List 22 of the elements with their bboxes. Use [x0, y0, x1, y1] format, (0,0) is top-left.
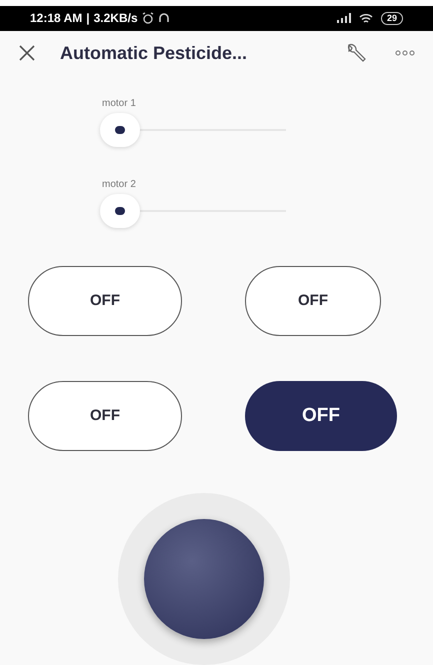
- more-icon[interactable]: [395, 50, 415, 56]
- signal-icon: [336, 13, 351, 24]
- battery-indicator: 29: [380, 12, 403, 25]
- status-time: 12:18 AM: [30, 10, 82, 28]
- toggle-button[interactable]: OFF: [245, 266, 381, 336]
- wrench-icon[interactable]: [345, 42, 367, 64]
- toggle-button[interactable]: OFF: [245, 380, 397, 451]
- alarm-icon: [142, 12, 154, 24]
- toggle-button[interactable]: OFF: [28, 266, 182, 336]
- headphones-icon: [158, 12, 170, 24]
- wifi-icon: [358, 12, 373, 24]
- slider-thumb[interactable]: [100, 112, 140, 147]
- slider-track[interactable]: [100, 194, 286, 228]
- slider-track[interactable]: [100, 112, 286, 147]
- close-icon[interactable]: [18, 44, 36, 62]
- slider-label: motor 2: [102, 178, 137, 192]
- toggle-button[interactable]: OFF: [28, 380, 182, 451]
- status-speed: 3.2KB/s: [94, 10, 138, 28]
- slider-thumb[interactable]: [100, 194, 140, 228]
- status-separator: |: [86, 10, 90, 28]
- slider-label: motor 1: [102, 96, 137, 111]
- page-title: Automatic Pesticide...: [60, 42, 248, 65]
